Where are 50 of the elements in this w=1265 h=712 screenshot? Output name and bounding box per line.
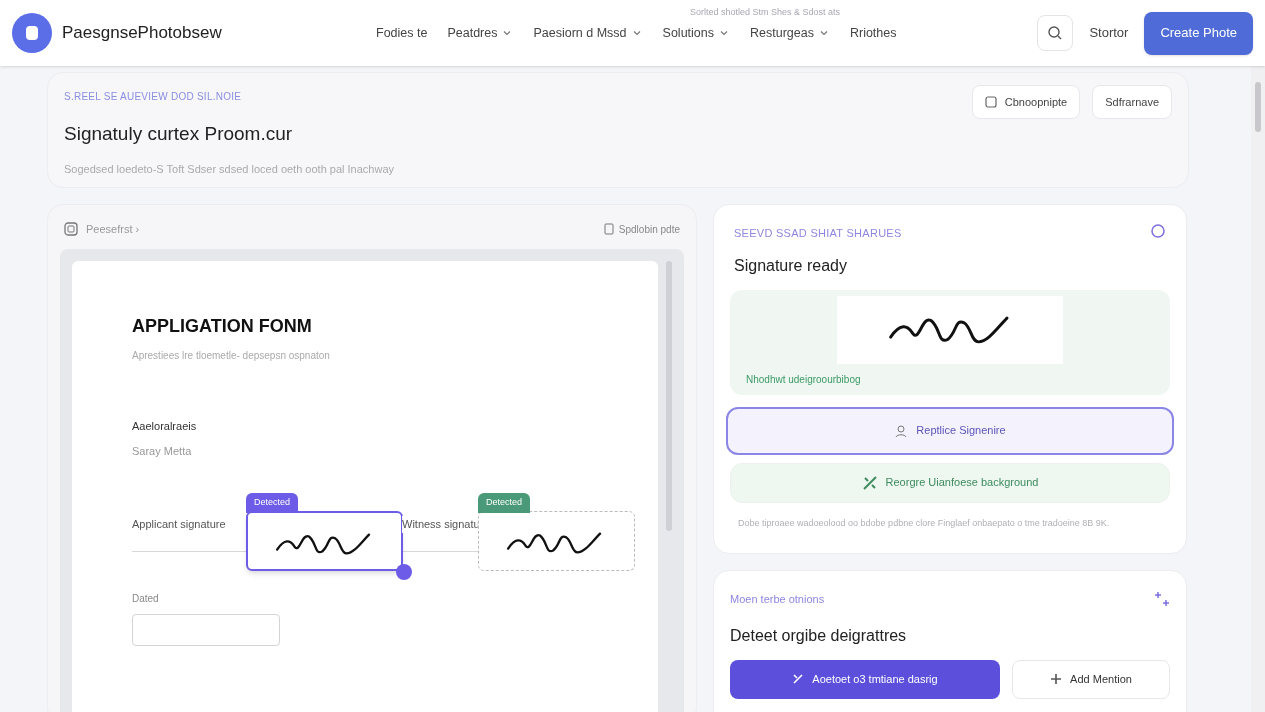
refresh-icon: [1150, 223, 1166, 240]
page-scrollbar[interactable]: [1251, 66, 1265, 712]
document-subtitle: Aprestiees lre tloemetle- depsepsn ospnaton: [132, 349, 331, 363]
status-text: Nhodhwt udeigroourbibog: [746, 372, 861, 387]
plus-icon: [1050, 673, 1063, 685]
note-text: Dobe tiproaee wadoeolood oo bdobe pdbne clore Finglaef onbaepato o tme tradoeine 8B 9K.: [737, 516, 1111, 530]
create-button[interactable]: Create Phote: [1144, 11, 1253, 55]
mention-button[interactable]: Add Mention: [1012, 659, 1170, 699]
logo-icon[interactable]: [12, 13, 52, 53]
search-button[interactable]: [1037, 15, 1074, 51]
document-title: APPLIGATION FONM: [132, 315, 313, 338]
eyebrow-text: SEEVD SSAD SHIAT SHARUES: [734, 226, 902, 241]
header-button[interactable]: Sdfrarnave: [1092, 85, 1172, 119]
signature-box[interactable]: [246, 511, 403, 571]
viewer-title: Peesefrst ›: [86, 221, 140, 237]
eyebrow-text: S.REEL SE AUEVIEW DOD SIL.NOIE: [64, 90, 243, 104]
scrollbar[interactable]: [666, 261, 672, 531]
nav-link[interactable]: Fodies te: [376, 23, 428, 43]
viewer-action[interactable]: Spdlobin pdte: [618, 221, 680, 237]
detected-badge: Detected: [246, 493, 299, 513]
page-icon: [602, 223, 615, 235]
eyebrow-text: Moen terbe otnions: [730, 592, 825, 607]
action-button[interactable]: Reptlice Signenire: [726, 406, 1174, 455]
person-icon: [894, 423, 909, 438]
nav-link[interactable]: Paesiorn d Mssd: [533, 23, 643, 43]
detected-badge: Detected: [478, 493, 531, 513]
square-icon: [984, 96, 997, 108]
top-note: Sorlted shotled Stm Shes & Sdost ats: [690, 6, 841, 19]
signature-label: Applicant signature: [132, 517, 226, 532]
page-subtitle: Sogedsed loedeto-S Toft Sdser sdsed loced oeth ooth pal Inachway: [64, 161, 396, 177]
card-title: Signature ready: [733, 255, 848, 276]
nav-link[interactable]: Peatdres: [447, 23, 514, 43]
nav-link[interactable]: Rriothes: [849, 23, 897, 43]
date-field[interactable]: [132, 614, 280, 646]
signature-box[interactable]: [478, 511, 635, 571]
search-icon: [1047, 25, 1064, 41]
date-label: Dated: [132, 592, 160, 606]
field-value: Saray Metta: [132, 443, 193, 459]
card-title: Deteet orgibe deigrattres: [730, 625, 908, 646]
detect-button[interactable]: Aoetoet o3 tmtiane dasrig: [730, 659, 1000, 699]
page-title: Signatuly curtex Proom.cur: [64, 122, 294, 146]
header-button[interactable]: Cbnoopnipte: [971, 85, 1081, 119]
resize-handle[interactable]: [396, 564, 412, 580]
sign-in-link[interactable]: Stortor: [1089, 23, 1129, 43]
action-button[interactable]: Reorgre Uianfoese background: [730, 462, 1170, 503]
brand-name[interactable]: PaesgnsePhotobsew: [62, 20, 332, 46]
document-icon: [64, 222, 78, 236]
nav-link[interactable]: Resturgeas: [750, 23, 830, 43]
nav-link[interactable]: Solutions: [662, 23, 730, 43]
field-label: Aaeloralraeis: [132, 419, 198, 434]
